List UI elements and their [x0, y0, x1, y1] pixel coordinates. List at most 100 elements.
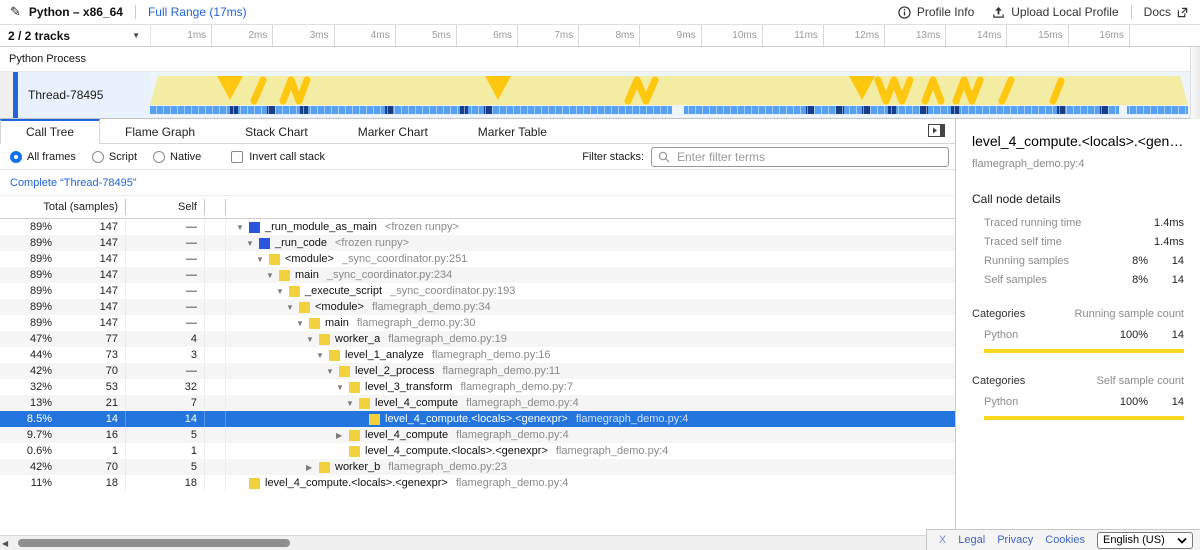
scrollbar-thumb[interactable] — [18, 539, 290, 547]
edit-profile-name-icon[interactable]: ✎ — [10, 4, 21, 20]
call-tree-row[interactable]: 11% 18 18 level_4_compute.<locals>.<gene… — [0, 475, 955, 491]
call-tree-row[interactable]: 89% 147 — ▼ _run_module_as_main <frozen … — [0, 219, 955, 235]
call-tree-settings: All frames Script Native Invert call sta… — [0, 144, 955, 170]
expand-toggle-icon[interactable]: ▶ — [336, 431, 349, 440]
thread-activity-track[interactable] — [150, 72, 1190, 118]
scroll-left-arrow-icon[interactable]: ◀ — [2, 539, 8, 548]
expand-toggle-icon[interactable]: ▼ — [296, 319, 309, 328]
full-range-link[interactable]: Full Range (17ms) — [148, 5, 247, 19]
sidebar-panel-icon — [928, 124, 945, 137]
process-track-header[interactable]: Python Process — [0, 47, 1200, 72]
ruler-tick: 3ms — [273, 25, 334, 46]
tab-stack-chart[interactable]: Stack Chart — [220, 119, 333, 143]
radio-icon — [153, 151, 165, 163]
cpu-activity-graph[interactable] — [150, 76, 1188, 105]
tab-call-tree[interactable]: Call Tree — [0, 119, 100, 144]
tab-marker-table[interactable]: Marker Table — [453, 119, 572, 143]
call-tree-row[interactable]: 42% 70 5 ▶ worker_b flamegraph_demo.py:2… — [0, 459, 955, 475]
expand-toggle-icon[interactable]: ▼ — [256, 255, 269, 264]
ruler-tick: 6ms — [457, 25, 518, 46]
column-self[interactable]: Self — [126, 201, 197, 213]
call-tree-row[interactable]: 89% 147 — ▼ <module> flamegraph_demo.py:… — [0, 299, 955, 315]
sidebar-categories: Categories Running sample count Python 1… — [972, 308, 1184, 420]
column-total-samples[interactable]: Total (samples) — [0, 201, 118, 213]
tracks-dropdown[interactable]: 2 / 2 tracks ▼ — [0, 25, 150, 46]
profile-info-button[interactable]: Profile Info — [898, 5, 974, 19]
detail-row: Traced self time 1.4ms — [984, 237, 1184, 248]
chevron-down-icon: ▼ — [132, 31, 140, 40]
category-color-square — [299, 302, 310, 313]
timeline-vertical-scrollbar[interactable] — [1190, 47, 1200, 119]
expand-toggle-icon[interactable]: ▼ — [326, 367, 339, 376]
call-tree-row[interactable]: 47% 77 4 ▼ worker_a flamegraph_demo.py:1… — [0, 331, 955, 347]
table-header: Total (samples) Self — [0, 196, 955, 219]
expand-toggle-icon[interactable]: ▼ — [286, 303, 299, 312]
language-select[interactable]: English (US) — [1097, 532, 1193, 549]
call-tree-row[interactable]: 42% 70 — ▼ level_2_process flamegraph_de… — [0, 363, 955, 379]
expand-toggle-icon[interactable]: ▼ — [266, 271, 279, 280]
category-color-square — [259, 238, 270, 249]
call-tree-row[interactable]: 89% 147 — ▼ main _sync_coordinator.py:23… — [0, 267, 955, 283]
ruler-tick: 9ms — [640, 25, 701, 46]
call-tree: 89% 147 — ▼ _run_module_as_main <frozen … — [0, 219, 955, 491]
category-color-square — [329, 350, 340, 361]
category-section: Categories Self sample count Python 100%… — [972, 375, 1184, 420]
filter-stacks-group: Filter stacks: — [582, 147, 949, 167]
category-section: Categories Running sample count Python 1… — [972, 308, 1184, 353]
docs-link[interactable]: Docs — [1144, 5, 1188, 19]
invert-call-stack-label[interactable]: Invert call stack — [249, 151, 325, 163]
ruler-tick: 16ms — [1069, 25, 1130, 46]
call-tree-row[interactable]: 0.6% 1 1 level_4_compute.<locals>.<genex… — [0, 443, 955, 459]
footer-close-button[interactable]: X — [939, 534, 946, 546]
radio-native[interactable]: Native — [153, 151, 201, 163]
call-tree-row[interactable]: 44% 73 3 ▼ level_1_analyze flamegraph_de… — [0, 347, 955, 363]
ruler-tick: 14ms — [946, 25, 1007, 46]
call-tree-row[interactable]: 89% 147 — ▼ main flamegraph_demo.py:30 — [0, 315, 955, 331]
filter-input-wrap — [651, 147, 949, 167]
call-tree-row[interactable]: 32% 53 32 ▼ level_3_transform flamegraph… — [0, 379, 955, 395]
call-tree-row[interactable]: 89% 147 — ▼ <module> _sync_coordinator.p… — [0, 251, 955, 267]
filter-stacks-input[interactable] — [675, 149, 942, 165]
expand-toggle-icon[interactable]: ▼ — [306, 335, 319, 344]
samples-strip[interactable] — [150, 106, 1188, 114]
ruler-tick: 11ms — [763, 25, 824, 46]
column-resizer[interactable] — [205, 199, 226, 214]
call-tree-row[interactable]: 8.5% 14 14 level_4_compute.<locals>.<gen… — [0, 411, 955, 427]
invert-call-stack-checkbox[interactable] — [231, 151, 243, 163]
column-resizer[interactable] — [197, 199, 205, 214]
footer-link-legal[interactable]: Legal — [958, 534, 985, 546]
call-node-details: Traced running time 1.4ms Traced self ti… — [972, 218, 1184, 286]
call-tree-row[interactable]: 89% 147 — ▼ _run_code <frozen runpy> — [0, 235, 955, 251]
tab-marker-chart[interactable]: Marker Chart — [333, 119, 453, 143]
thread-track-label[interactable]: Thread-78495 — [18, 72, 150, 118]
column-resizer[interactable] — [118, 199, 126, 214]
ruler-tick: 5ms — [396, 25, 457, 46]
expand-toggle-icon[interactable]: ▼ — [246, 239, 259, 248]
expand-toggle-icon[interactable]: ▼ — [276, 287, 289, 296]
frame-filter-radios: All frames Script Native — [10, 151, 217, 163]
footer-link-privacy[interactable]: Privacy — [997, 534, 1033, 546]
call-node-details-heading: Call node details — [972, 192, 1184, 206]
radio-script[interactable]: Script — [92, 151, 137, 163]
breadcrumb-complete-thread[interactable]: Complete “Thread-78495” — [10, 177, 137, 189]
call-tree-row[interactable]: 9.7% 16 5 ▶ level_4_compute flamegraph_d… — [0, 427, 955, 443]
header-divider — [1131, 5, 1132, 19]
tab-flame-graph[interactable]: Flame Graph — [100, 119, 220, 143]
expand-toggle-icon[interactable]: ▼ — [336, 383, 349, 392]
category-color-square — [359, 398, 370, 409]
category-color-square — [289, 286, 300, 297]
call-tree-row[interactable]: 13% 21 7 ▼ level_4_compute flamegraph_de… — [0, 395, 955, 411]
upload-profile-button[interactable]: Upload Local Profile — [992, 5, 1118, 19]
ruler-tick: 15ms — [1007, 25, 1068, 46]
expand-toggle-icon[interactable]: ▼ — [236, 223, 249, 232]
radio-all-frames[interactable]: All frames — [10, 151, 76, 163]
expand-toggle-icon[interactable]: ▼ — [346, 399, 359, 408]
call-tree-row[interactable]: 89% 147 — ▼ _execute_script _sync_coordi… — [0, 283, 955, 299]
category-color-square — [309, 318, 320, 329]
sidebar-toggle-button[interactable] — [928, 124, 945, 140]
category-color-square — [369, 414, 380, 425]
footer-link-cookies[interactable]: Cookies — [1045, 534, 1085, 546]
ruler-tick: 2ms — [212, 25, 273, 46]
expand-toggle-icon[interactable]: ▶ — [306, 463, 319, 472]
expand-toggle-icon[interactable]: ▼ — [316, 351, 329, 360]
